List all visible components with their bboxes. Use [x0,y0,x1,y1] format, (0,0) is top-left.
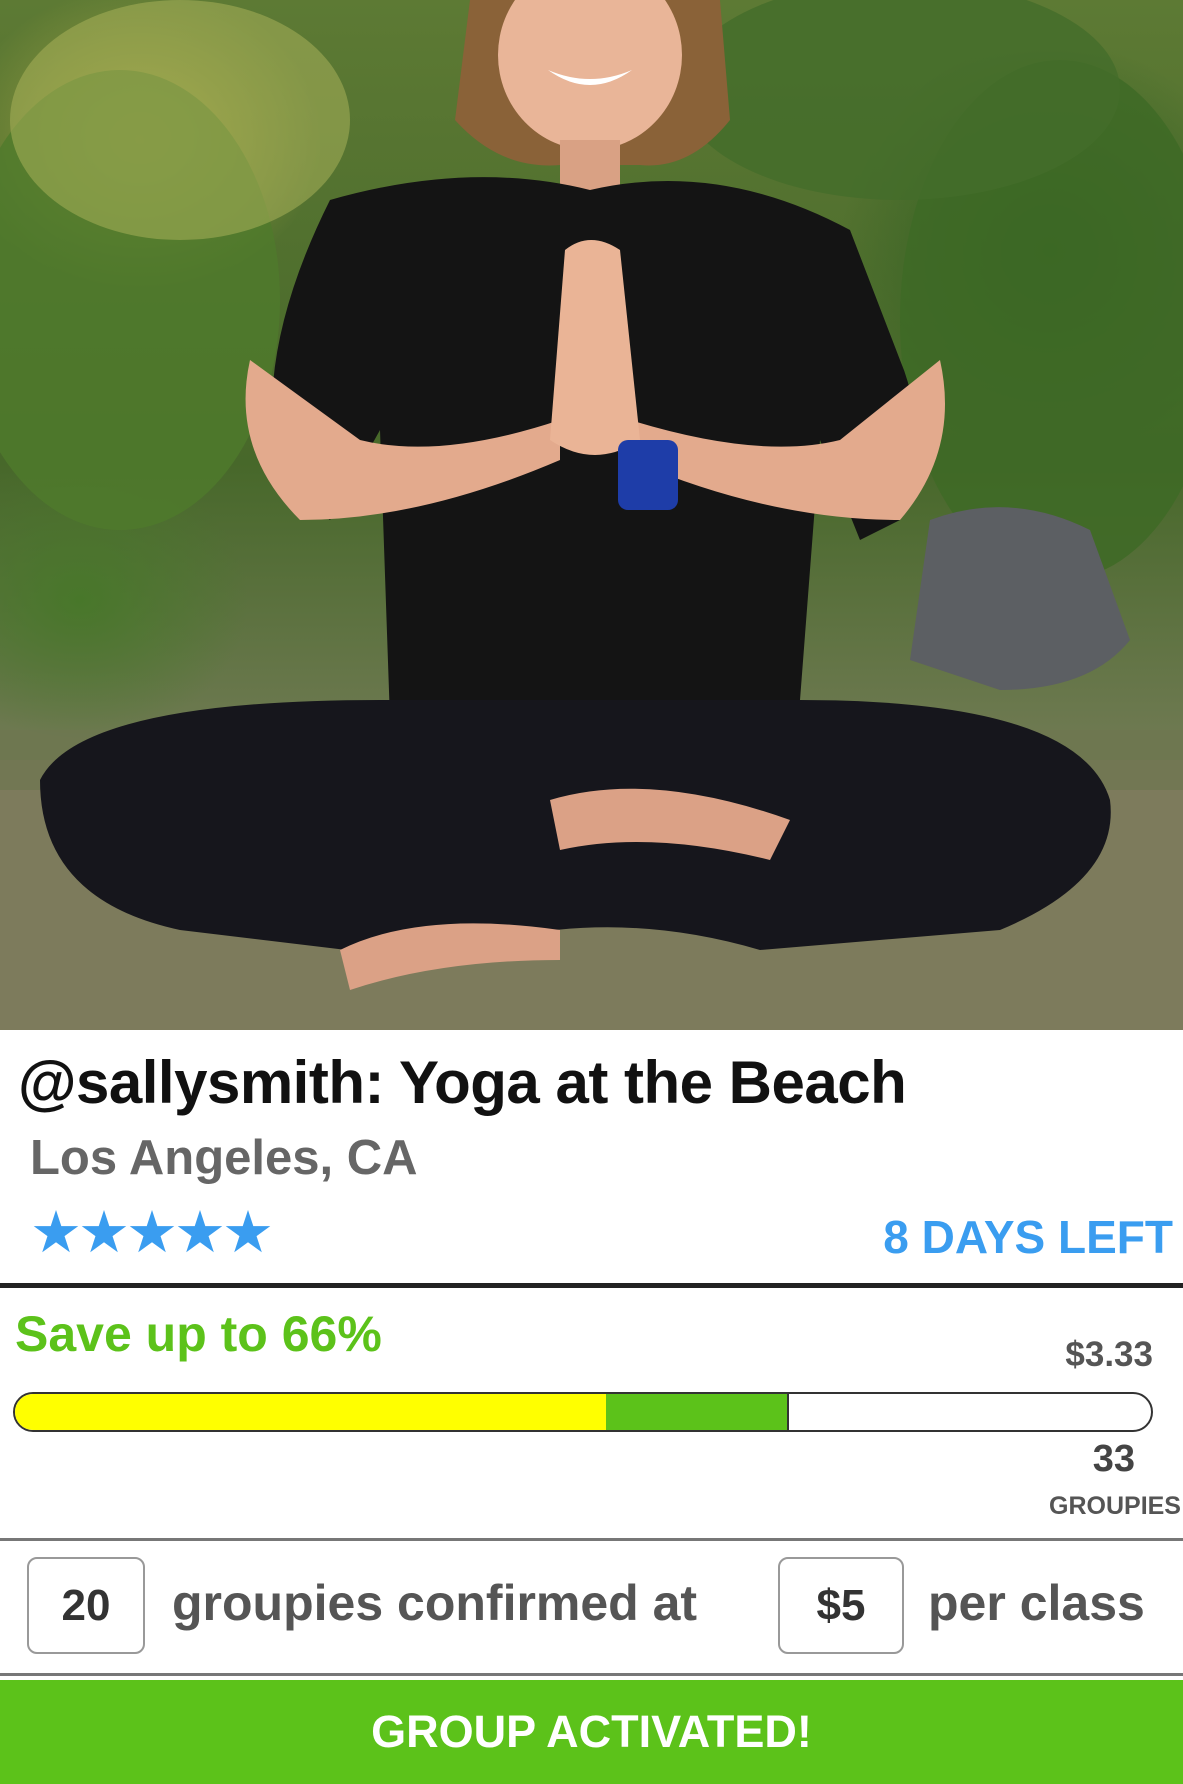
days-left-badge: 8 DAYS LEFT [883,1211,1173,1263]
progress-pending-fill [605,1394,788,1430]
class-title: @sallysmith: Yoga at the Beach [18,1049,907,1116]
target-groupies-label: GROUPIES [1049,1492,1181,1520]
yoga-photo-illustration [0,0,1183,1030]
per-class-text: per class [928,1575,1145,1631]
section-divider [0,1538,1183,1541]
group-activated-button[interactable]: GROUP ACTIVATED! [0,1680,1183,1784]
target-price: $3.33 [1065,1335,1153,1374]
confirmed-price-box: $5 [778,1557,904,1654]
instructor-photo [0,0,1183,1030]
confirmed-text: groupies confirmed at [172,1575,698,1631]
progress-confirmed-fill [15,1394,606,1430]
savings-headline: Save up to 66% [15,1306,382,1362]
section-divider [0,1673,1183,1676]
confirmed-count-box: 20 [27,1557,145,1654]
class-location: Los Angeles, CA [30,1131,418,1185]
groupies-progress-bar [13,1392,1153,1432]
target-groupies-count: 33 [1092,1438,1135,1480]
section-divider [0,1283,1183,1288]
deal-card: @sallysmith: Yoga at the Beach Los Angel… [0,0,1183,1784]
rating-stars-icon: ★★★★★ [30,1200,274,1265]
progress-end-marker [787,1394,790,1430]
